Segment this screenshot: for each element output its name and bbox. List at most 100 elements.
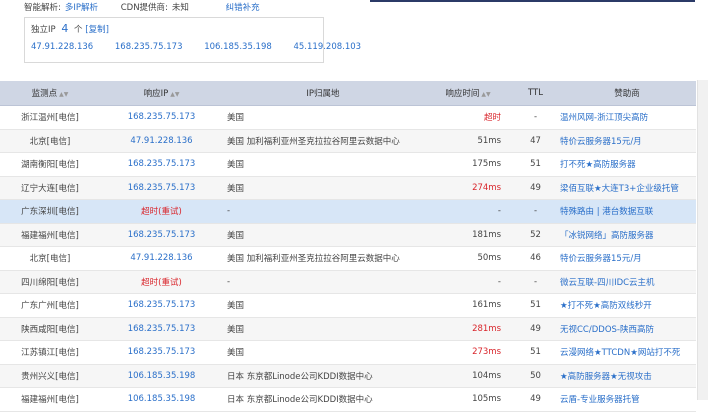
table-row: 广东广州[电信] 168.235.75.173 美国 161ms 51 ★打不死★高防双线… — [0, 293, 696, 318]
sponsor-link[interactable]: 温州风网-浙江顶尖高防 — [558, 105, 696, 130]
time-cell: 104ms — [423, 364, 513, 388]
time-cell: 273ms — [423, 340, 513, 365]
table-header: 监测点 ▲▼ 响应IP ▲▼ IP归属地 响应时间 ▲▼ TTL 赞助商 — [0, 81, 696, 106]
unique-ip-item[interactable]: 106.185.35.198 — [204, 42, 272, 52]
ttl-cell: - — [513, 105, 558, 130]
unique-ip-box: 独立IP 4 个 [复制] 47.91.228.136 168.235.75.1… — [24, 17, 361, 63]
ttl-cell: 49 — [513, 317, 558, 341]
geo-cell: - — [223, 199, 423, 224]
sponsor-link[interactable]: 打不死★高防服务器 — [558, 152, 696, 177]
ttl-cell: 50 — [513, 364, 558, 388]
header-ip[interactable]: 响应IP ▲▼ — [100, 81, 223, 106]
location-cell: 湖南衡阳[电信] — [0, 152, 100, 177]
geo-cell: 美国 — [223, 152, 423, 177]
geo-cell: - — [223, 270, 423, 294]
time-cell: 274ms — [423, 176, 513, 200]
location-cell: 浙江温州[电信] — [0, 105, 100, 130]
table-row: 北京[电信] 47.91.228.136 美国 加利福利亚州圣克拉拉谷阿里云数据中心… — [0, 246, 696, 271]
cdn-value: 未知 — [171, 3, 189, 13]
time-cell: 175ms — [423, 152, 513, 177]
ttl-cell: 49 — [513, 176, 558, 200]
geo-cell: 日本 东京都Linode公司KDDI数据中心 — [223, 364, 423, 388]
sponsor-link[interactable]: 特殊路由 | 港台数据互联 — [558, 199, 696, 224]
ttl-cell: - — [513, 199, 558, 224]
ttl-cell: - — [513, 270, 558, 294]
ttl-cell: 51 — [513, 293, 558, 318]
unique-ip-item[interactable]: 168.235.75.173 — [115, 42, 183, 52]
time-cell: 50ms — [423, 246, 513, 271]
ttl-cell: 52 — [513, 223, 558, 247]
location-cell: 北京[电信] — [0, 246, 100, 271]
ip-link[interactable]: 106.185.35.198 — [100, 387, 223, 412]
retry-link[interactable]: 超时(重试) — [100, 270, 223, 294]
sponsor-link[interactable]: 云盾-专业服务器托管 — [558, 387, 696, 412]
location-cell: 四川绵阳[电信] — [0, 270, 100, 294]
ttl-cell: 47 — [513, 129, 558, 153]
sponsor-link[interactable]: 「冰锐网络」高防服务器 — [558, 223, 696, 247]
time-cell: 105ms — [423, 387, 513, 412]
ttl-cell: 49 — [513, 387, 558, 412]
ip-link[interactable]: 168.235.75.173 — [100, 105, 223, 130]
geo-cell: 美国 — [223, 223, 423, 247]
meta-row: 智能解析: 多IP解析 CDN提供商: 未知 纠错补充 — [24, 2, 260, 14]
sponsor-link[interactable]: 微云互联-四川IDC云主机 — [558, 270, 696, 294]
time-cell: - — [423, 199, 513, 224]
smart-label: 智能解析: — [24, 3, 61, 13]
time-cell: 161ms — [423, 293, 513, 318]
ip-link[interactable]: 47.91.228.136 — [100, 246, 223, 271]
top-divider — [370, 0, 695, 2]
table-row: 陕西咸阳[电信] 168.235.75.173 美国 281ms 49 无视CC/DDOS… — [0, 317, 696, 341]
correct-link[interactable]: 纠错补充 — [226, 3, 260, 13]
table-row: 四川绵阳[电信] 超时(重试) - - - 微云互联-四川IDC云主机 — [0, 270, 696, 294]
ip-link[interactable]: 168.235.75.173 — [100, 152, 223, 177]
location-cell: 陕西咸阳[电信] — [0, 317, 100, 341]
ip-link[interactable]: 168.235.75.173 — [100, 340, 223, 365]
ip-link[interactable]: 106.185.35.198 — [100, 364, 223, 388]
sponsor-link[interactable]: 梁佰互联★大连T3+企业级托管 — [558, 176, 696, 200]
sponsor-link[interactable]: 特价云服务器15元/月 — [558, 246, 696, 271]
unique-ip-item[interactable]: 45.119.208.103 — [293, 42, 361, 52]
time-cell: 超时 — [423, 105, 513, 130]
location-cell: 广东广州[电信] — [0, 293, 100, 318]
unique-ip-unit: 个 — [74, 25, 83, 35]
header-ttl: TTL — [513, 81, 558, 106]
location-cell: 北京[电信] — [0, 129, 100, 153]
header-location[interactable]: 监测点 ▲▼ — [0, 81, 100, 106]
table-row: 福建福州[电信] 106.185.35.198 日本 东京都Linode公司KDDI… — [0, 387, 696, 412]
cdn-label: CDN提供商: — [120, 3, 168, 13]
time-cell: 51ms — [423, 129, 513, 153]
header-geo: IP归属地 — [223, 81, 423, 106]
ip-link[interactable]: 47.91.228.136 — [100, 129, 223, 153]
location-cell: 贵州兴义[电信] — [0, 364, 100, 388]
header-sponsor: 赞助商 — [558, 81, 696, 106]
top-info: 智能解析: 多IP解析 CDN提供商: 未知 纠错补充 独立IP 4 个 [复制] … — [0, 0, 708, 80]
sponsor-link[interactable]: ★高防服务器★无视攻击 — [558, 364, 696, 388]
ip-link[interactable]: 168.235.75.173 — [100, 223, 223, 247]
unique-ip-item[interactable]: 47.91.228.136 — [31, 42, 93, 52]
sponsor-link[interactable]: ★打不死★高防双线秒开 — [558, 293, 696, 318]
table-row: 贵州兴义[电信] 106.185.35.198 日本 东京都Linode公司KDDI… — [0, 364, 696, 388]
scrollbar[interactable] — [697, 80, 708, 400]
sort-icon: ▲▼ — [170, 91, 180, 98]
retry-link[interactable]: 超时(重试) — [100, 199, 223, 224]
sponsor-link[interactable]: 云漫网络★TTCDN★网站打不死 — [558, 340, 696, 365]
table-row: 北京[电信] 47.91.228.136 美国 加利福利亚州圣克拉拉谷阿里云数据中心… — [0, 129, 696, 153]
location-cell: 广东深圳[电信] — [0, 199, 100, 224]
header-time[interactable]: 响应时间 ▲▼ — [423, 81, 513, 106]
sponsor-link[interactable]: 无视CC/DDOS-陕西高防 — [558, 317, 696, 341]
geo-cell: 美国 — [223, 105, 423, 130]
unique-ip-list: 47.91.228.136 168.235.75.173 106.185.35.… — [31, 40, 380, 54]
geo-cell: 美国 — [223, 293, 423, 318]
geo-cell: 美国 加利福利亚州圣克拉拉谷阿里云数据中心 — [223, 246, 423, 271]
copy-button[interactable]: [复制] — [85, 25, 109, 35]
geo-cell: 日本 东京都Linode公司KDDI数据中心 — [223, 387, 423, 412]
ttl-cell: 51 — [513, 340, 558, 365]
ip-link[interactable]: 168.235.75.173 — [100, 176, 223, 200]
sponsor-link[interactable]: 特价云服务器15元/月 — [558, 129, 696, 153]
location-cell: 福建福州[电信] — [0, 387, 100, 412]
ip-link[interactable]: 168.235.75.173 — [100, 293, 223, 318]
time-cell: 281ms — [423, 317, 513, 341]
smart-value-link[interactable]: 多IP解析 — [65, 3, 98, 13]
ip-link[interactable]: 168.235.75.173 — [100, 317, 223, 341]
unique-ip-label: 独立IP — [31, 25, 56, 35]
